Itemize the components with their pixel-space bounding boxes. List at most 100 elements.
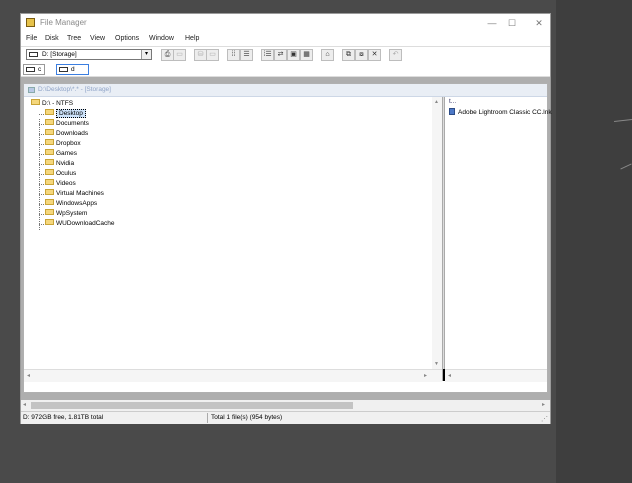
tree-root-label: D:\ - NTFS [42,100,74,107]
mdi-area: D:\Desktop\*.* - [Storage] D:\ - NTFS De… [21,77,552,400]
sort-by-size-button[interactable]: ▦ [300,49,313,61]
tree-item-dropbox[interactable]: Dropbox [45,139,81,148]
drive-select[interactable]: D: [Storage] ▾ [26,49,152,60]
menu-window[interactable]: Window [149,35,174,42]
minimize-button[interactable]: — [481,16,503,30]
tree-connector [39,174,44,175]
folder-icon [45,109,54,116]
stop-sharing-button[interactable]: ▭ [206,49,219,61]
maximize-button[interactable]: ☐ [501,16,523,30]
tree-item-videos[interactable]: Videos [45,179,76,188]
scroll-left-icon[interactable]: ◂ [448,372,451,379]
resize-grip-icon[interactable]: ⋰ [541,415,548,423]
scroll-left-icon[interactable]: ◂ [23,401,26,408]
tree-item-label: WUDownloadCache [56,220,115,227]
scroll-left-icon[interactable]: ◂ [27,372,30,379]
folder-icon [45,219,54,226]
status-divider [207,413,208,423]
tree-vertical-scrollbar[interactable]: ▲ ▼ [432,97,442,369]
delete-button[interactable]: ✕ [368,49,381,61]
directory-window-title-bar[interactable]: D:\Desktop\*.* - [Storage] [24,84,547,97]
scroll-right-icon[interactable]: ▸ [542,401,545,408]
tree-item-label: Games [56,150,77,157]
tree-item-label: Downloads [56,130,89,137]
tree-item-documents[interactable]: Documents [45,119,89,128]
disk-space-status: D: 972GB free, 1.81TB total [23,414,104,421]
folder-icon [45,119,54,126]
drive-d-button[interactable]: d [56,64,89,75]
drive-select-value: D: [Storage] [42,51,77,58]
shortcut-icon [449,107,455,115]
menu-file[interactable]: File [26,35,37,42]
tree-item-windowsapps[interactable]: WindowsApps [45,199,97,208]
drive-icon [29,52,38,57]
large-icons-button[interactable]: ⁞⁞ [227,49,240,61]
file-item[interactable]: Adobe Lightroom Classic CC.lnk [449,107,552,117]
folder-icon [45,179,54,186]
tree-horizontal-scrollbar[interactable]: ◂ ▸ [24,369,442,382]
tree-item-wpsystem[interactable]: WpSystem [45,209,87,218]
tree-connector [39,164,44,165]
parent-folder-item[interactable]: t... [449,98,456,105]
tree-item-wudownloadcache[interactable]: WUDownloadCache [45,219,115,228]
copy-button[interactable]: ⧉ [342,49,355,61]
directory-window: D:\Desktop\*.* - [Storage] D:\ - NTFS De… [23,83,552,393]
details-view-button[interactable]: ⁞☰ [261,49,274,61]
tree-item-label: Documents [56,120,89,127]
drive-c-label: c [38,66,42,73]
menu-options[interactable]: Options [115,35,139,42]
sort-by-type-button[interactable]: ▣ [287,49,300,61]
new-window-button[interactable]: ⌂ [321,49,334,61]
tree-item-nvidia[interactable]: Nvidia [45,159,74,168]
menu-view[interactable]: View [90,35,105,42]
tree-item-label: Virtual Machines [56,190,104,197]
chevron-down-icon[interactable]: ▾ [141,50,151,59]
toolbar: D: [Storage] ▾ ⎙ ▭ ⛁ ▭ ⁞⁞ ☰ ⁞☰ ⇄ ▣ ▦ ⌂ ⧉… [21,46,550,63]
undo-button[interactable]: ↶ [389,49,402,61]
title-bar[interactable]: File Manager — ☐ ✕ [21,14,550,32]
scroll-up-icon[interactable]: ▲ [434,99,439,105]
tree-item-games[interactable]: Games [45,149,77,158]
drive-c-button[interactable]: c [23,64,45,75]
files-horizontal-scrollbar[interactable]: ◂ [445,369,547,382]
window-title: File Manager [40,18,87,27]
menu-bar: File Disk Tree View Options Window Help [21,33,550,45]
folder-icon [45,129,54,136]
file-item-label: Adobe Lightroom Classic CC.lnk [458,109,552,116]
menu-help[interactable]: Help [185,35,199,42]
tree-item-downloads[interactable]: Downloads [45,129,88,138]
tree-item-label: Dropbox [56,140,81,147]
scroll-down-icon[interactable]: ▼ [434,361,439,367]
close-button[interactable]: ✕ [528,16,550,30]
tree-item-desktop[interactable]: Desktop [45,109,86,118]
tree-item-label: Oculus [56,170,77,177]
tree-item-virtual-machines[interactable]: Virtual Machines [45,189,104,198]
tree-connector [39,134,44,135]
file-manager-window: File Manager — ☐ ✕ File Disk Tree View O… [20,13,552,424]
tree-connector [39,194,44,195]
tree-connector [39,144,44,145]
folder-icon [45,189,54,196]
menu-tree[interactable]: Tree [67,35,81,42]
directory-tree: D:\ - NTFS Desktop Documents Downloads D… [24,97,442,369]
scrollbar-thumb[interactable] [31,402,353,409]
desktop-sidebar [556,0,632,483]
tree-item-oculus[interactable]: Oculus [45,169,76,178]
tree-item-label: Desktop [56,109,86,118]
move-button[interactable]: ⧇ [355,49,368,61]
file-list: t... Adobe Lightroom Classic CC.lnk [445,97,552,381]
menu-disk[interactable]: Disk [45,35,59,42]
drive-icon [26,67,35,72]
tree-connector [39,124,44,125]
tree-root[interactable]: D:\ - NTFS [31,99,73,108]
sort-button[interactable]: ⇄ [274,49,287,61]
decor-line [613,119,632,122]
tree-item-label: WindowsApps [56,200,98,207]
tree-connector [39,184,44,185]
main-horizontal-scrollbar[interactable]: ◂ ▸ [21,400,550,411]
list-view-button[interactable]: ☰ [240,49,253,61]
status-bar: D: 972GB free, 1.81TB total Total 1 file… [21,411,550,424]
drive-d-label: d [71,66,75,73]
scroll-right-icon[interactable]: ▸ [424,372,427,379]
disconnect-drive-button[interactable]: ▭ [173,49,186,61]
